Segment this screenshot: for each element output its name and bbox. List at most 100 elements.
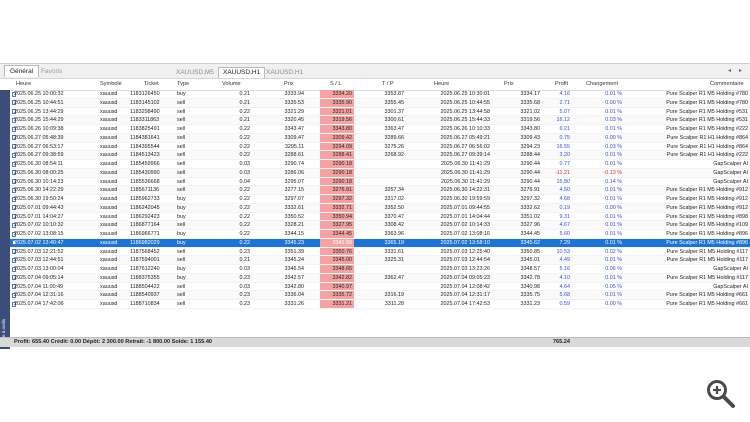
table-row[interactable]: 2025.07.02 10:10:32 xauusd 1186877164 sell 0… (10, 221, 750, 230)
cell-comment: Pure Scalper R1 M5 Holding #896 (666, 231, 748, 237)
cell-profit: 4.49 (559, 257, 571, 264)
table-row[interactable]: 2025.06.25 10:44:51 xauusd 1183145102 sell 0… (10, 98, 750, 108)
col-profit[interactable]: Profit (555, 79, 568, 90)
cell-stop-loss: 3343.80 (332, 126, 353, 132)
cell-close-price: 3321.02 (520, 108, 541, 115)
table-row[interactable]: 2025.07.01 14:04:27 xauusd 1186292423 buy 0.… (10, 212, 750, 222)
cell-ticket: 1185459966 (130, 161, 160, 167)
table-row[interactable]: 2025.06.27 09:38:59 xauusd 1184513423 sell 0… (10, 151, 750, 160)
scroll-left-icon[interactable]: ◂ (728, 67, 731, 74)
summary-bar: Profit: 655.40 Crédit: 0.00 Dépôt: 2 300… (0, 337, 750, 347)
cell-take-profit: 3352.50 (384, 204, 405, 211)
cell-close-time: 2025.06.30 19:59:59 (440, 196, 490, 202)
scroll-right-icon[interactable]: ▸ (739, 67, 742, 74)
table-row[interactable]: 2025.06.26 10:09:38 xauusd 1183825491 sell 0… (10, 125, 750, 134)
cell-close-price: 3350.85 (520, 248, 541, 255)
table-row[interactable]: 2025.07.03 13:00:04 xauusd 1187612240 buy 0.… (10, 265, 750, 274)
cell-comment: Pure Scalper R1 M5 Holding #531 (666, 108, 748, 115)
cell-open-time: 2025.06.25 15:44:29 (14, 117, 64, 124)
cell-ticket: 1186877164 (130, 222, 160, 229)
table-row[interactable]: 2025.07.02 13:08:15 xauusd 1186966771 buy 0.… (10, 230, 750, 239)
chart-tab-2[interactable]: XAUUSD,H1 (218, 67, 266, 78)
cell-stop-loss: 3327.95 (332, 222, 353, 229)
cell-open-time: 2025.06.25 13:44:29 (14, 108, 64, 115)
cell-ticket: 1188540937 (130, 292, 160, 299)
cell-take-profit: 3365.19 (384, 239, 405, 246)
cell-stop-loss: 3340.97 (332, 283, 353, 290)
cell-close-time: 2025.07.04 12:31:17 (440, 292, 490, 299)
cell-comment: Pure Scalper R1 M5 Holding #117 (666, 248, 748, 255)
table-row[interactable]: 2025.06.30 14:22:29 xauusd 1185671136 sell 0… (10, 186, 750, 195)
cell-close-time: 2025.07.04 17:42:53 (440, 301, 490, 307)
cell-stop-loss: 3350.94 (332, 213, 353, 220)
col-ticket[interactable]: Ticket (144, 79, 159, 90)
tab-favorites[interactable]: Favoris (36, 66, 67, 77)
col-price[interactable]: Prix (284, 79, 294, 90)
cell-comment: Pure Scalper R1 M5 Holding #912 (666, 204, 748, 211)
col-volume[interactable]: Volume (222, 79, 241, 90)
cell-close-time: 2025.06.26 10:10:33 (440, 126, 490, 132)
table-row[interactable]: 2025.06.30 08:00:25 xauusd 1185430990 sell 0… (10, 168, 750, 178)
cell-volume: 0.03 (239, 266, 251, 272)
table-row[interactable]: 2025.07.04 17:42:06 xauusd 1188710834 sell 0… (10, 300, 750, 309)
cell-ticket: 1183145102 (130, 99, 160, 106)
col-sl[interactable]: S / L (330, 79, 342, 90)
cell-close-price: 3344.45 (520, 231, 541, 237)
table-row[interactable]: 2025.06.25 10:00:32 xauusd 1183126450 buy 0.… (10, 90, 750, 99)
cell-profit: 15.80 (556, 178, 571, 185)
cell-ticket: 1186242045 (130, 204, 160, 211)
table-row[interactable]: 2025.06.25 13:44:29 xauusd 1183298490 sell 0… (10, 107, 750, 117)
cell-open-price: 3328.21 (284, 222, 305, 229)
col-close-time[interactable]: Heure (434, 79, 449, 90)
chart-tab-3[interactable]: XAUUSD,H1 (262, 68, 307, 78)
cell-type: sell (177, 99, 186, 106)
cell-stop-loss: 3335.72 (332, 292, 353, 299)
table-row[interactable]: 2025.07.03 12:44:51 xauusd 1187594001 sell 0… (10, 256, 750, 265)
cell-profit: 5.16 (559, 266, 571, 272)
cell-symbol: xauusd (100, 178, 118, 185)
col-close-price[interactable]: Prix (504, 79, 514, 90)
cell-open-time: 2025.07.03 13:00:04 (14, 266, 64, 272)
cell-symbol: xauusd (100, 274, 118, 281)
table-row[interactable]: 2025.07.04 12:31:16 xauusd 1188540937 sell 0… (10, 291, 750, 300)
cell-take-profit: 3353.87 (384, 91, 405, 97)
cell-type: buy (177, 266, 186, 272)
table-row[interactable]: 2025.07.04 11:00:49 xauusd 1188504422 sell 0… (10, 282, 750, 292)
magnifier-plus-icon[interactable] (704, 377, 738, 411)
cell-profit: 4.16 (559, 91, 571, 97)
cell-close-time: 2025.06.25 10:30:01 (440, 91, 490, 97)
cell-volume: 0.22 (239, 143, 251, 150)
table-row[interactable]: 2025.06.30 19:50:24 xauusd 1185962733 buy 0.… (10, 195, 750, 204)
cell-profit: 2.71 (559, 99, 571, 106)
table-row[interactable]: 2025.06.25 15:44:29 xauusd 1183311863 sell 0… (10, 116, 750, 125)
cell-open-time: 2025.06.30 19:50:24 (14, 196, 64, 202)
col-type[interactable]: Type (177, 79, 189, 90)
table-row[interactable]: 2025.07.02 13:40:47 xauusd 1186982029 buy 0.… (10, 238, 750, 248)
col-symbol[interactable]: Symbole (100, 79, 122, 90)
cell-stop-loss: 3276.91 (332, 187, 353, 194)
cell-type: sell (177, 257, 186, 264)
col-time[interactable]: Heure (16, 79, 31, 90)
cell-stop-loss: 3345.56 (332, 239, 353, 246)
table-row[interactable]: 2025.07.03 12:21:52 xauusd 1187568452 sell 0… (10, 247, 750, 257)
col-comment[interactable]: Commentaire (710, 79, 744, 90)
cell-volume: 0.23 (239, 292, 251, 299)
cell-stop-loss: 3348.65 (332, 266, 353, 272)
table-row[interactable]: 2025.06.30 10:14:23 xauusd 1185536668 sell 0… (10, 177, 750, 187)
cell-profit: 4.68 (559, 196, 571, 202)
cell-symbol: xauusd (100, 231, 118, 237)
table-row[interactable]: 2025.07.04 09:05:14 xauusd 1188375355 buy 0.… (10, 273, 750, 283)
cell-take-profit: 3317.02 (384, 196, 405, 202)
chart-tab-1[interactable]: XAUUSD,M5 (172, 68, 218, 78)
tab-general[interactable]: Général (4, 65, 40, 77)
table-row[interactable]: 2025.06.27 05:48:39 xauusd 1184381641 sell 0… (10, 133, 750, 143)
table-row[interactable]: 2025.07.01 09:44:43 xauusd 1186242045 buy 0.… (10, 203, 750, 213)
col-change[interactable]: Changement (586, 79, 618, 90)
table-row[interactable]: 2025.06.27 06:53:17 xauusd 1184395544 sell 0… (10, 142, 750, 152)
cell-close-time: 2025.06.25 15:44:33 (440, 117, 490, 124)
cell-open-price: 3290.74 (284, 161, 305, 167)
table-row[interactable]: 2025.06.30 08:54:11 xauusd 1185459966 sell 0… (10, 160, 750, 169)
cell-ticket: 1183311863 (130, 117, 160, 124)
cell-close-time: 2025.07.02 13:08:16 (440, 231, 490, 237)
col-tp[interactable]: T / P (382, 79, 394, 90)
